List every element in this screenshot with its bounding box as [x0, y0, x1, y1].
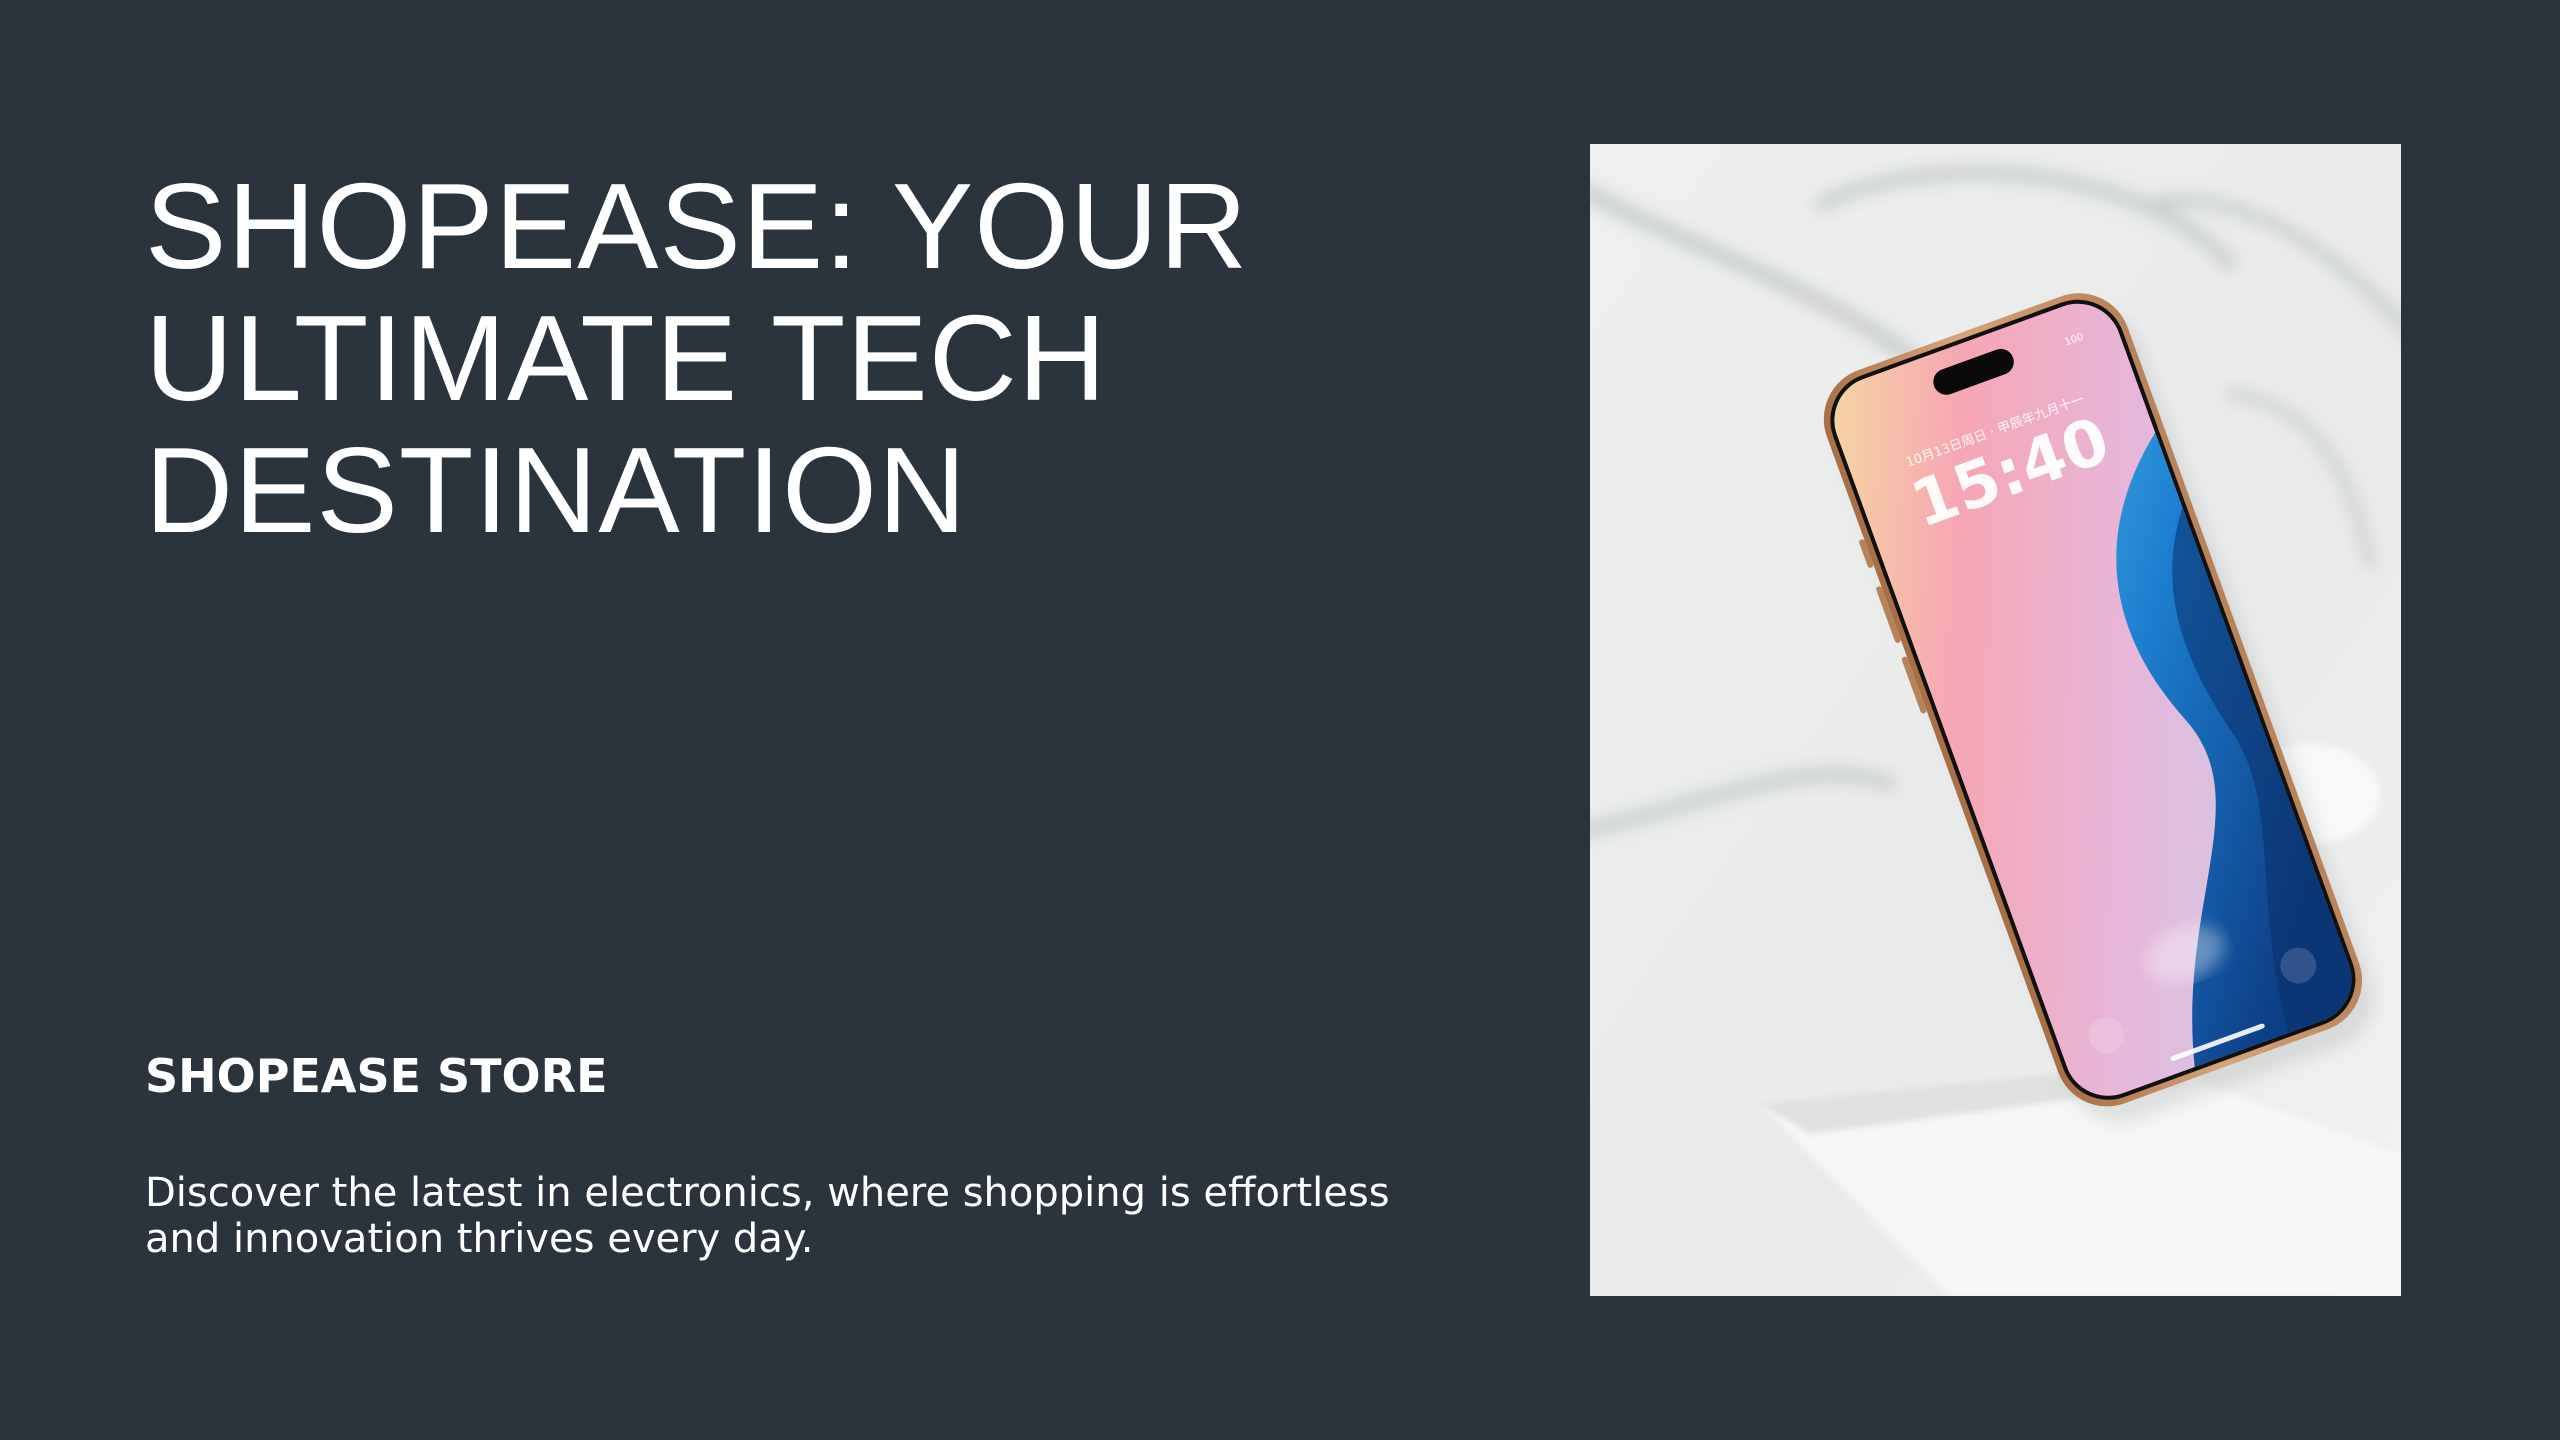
- product-photo: 100 10月13日周日 · 甲辰年九月十一 15:40: [1590, 144, 2401, 1296]
- slide: SHOPEASE: YOUR ULTIMATE TECH DESTINATION…: [0, 0, 2560, 1440]
- tagline-line-1: Discover the latest in electronics, wher…: [145, 1170, 1390, 1216]
- tagline-line-2: and innovation thrives every day.: [145, 1216, 814, 1262]
- headline-line-2: ULTIMATE TECH: [145, 290, 1107, 426]
- tagline: Discover the latest in electronics, wher…: [145, 1170, 1545, 1262]
- smartphone-image: 100 10月13日周日 · 甲辰年九月十一 15:40: [1590, 144, 2401, 1296]
- page-title: SHOPEASE: YOUR ULTIMATE TECH DESTINATION: [145, 160, 1445, 556]
- headline-line-3: DESTINATION: [145, 422, 968, 558]
- headline-line-1: SHOPEASE: YOUR: [145, 158, 1249, 294]
- store-name: SHOPEASE STORE: [145, 1049, 608, 1103]
